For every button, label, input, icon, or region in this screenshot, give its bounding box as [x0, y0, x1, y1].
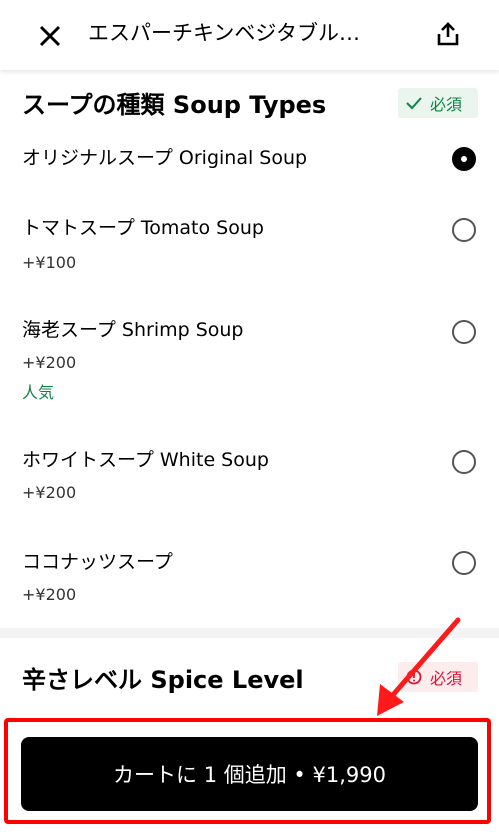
close-button[interactable]: [30, 16, 70, 56]
annotation-arrow: [377, 617, 461, 716]
top-bar: エスパーチキンベジタブル…: [0, 0, 499, 70]
option-price: +¥200: [22, 353, 77, 372]
soup-types-heading: スープの種類 Soup Types: [22, 91, 327, 119]
share-icon: [437, 22, 459, 46]
popular-tag: 人気: [22, 383, 55, 402]
share-button[interactable]: [430, 16, 466, 52]
option-original-soup[interactable]: オリジナルスープ Original Soup: [0, 144, 499, 204]
option-label: ホワイトスープ White Soup: [22, 449, 269, 471]
option-price: +¥200: [22, 585, 77, 604]
option-tomato-soup[interactable]: トマトスープ Tomato Soup +¥100: [0, 214, 499, 284]
option-label: オリジナルスープ Original Soup: [22, 147, 308, 169]
alert-icon: [406, 669, 422, 685]
radio-unselected[interactable]: [452, 450, 476, 474]
radio-unselected[interactable]: [452, 551, 476, 575]
spice-level-heading: 辛さレベル Spice Level: [22, 666, 304, 694]
required-badge-label: 必須: [430, 95, 463, 114]
option-coconut-soup[interactable]: ココナッツスープ +¥200: [0, 548, 499, 618]
option-label: 海老スープ Shrimp Soup: [22, 319, 244, 341]
required-badge: 必須: [398, 88, 478, 118]
store-title: エスパーチキンベジタブル…: [88, 21, 360, 45]
option-price: +¥200: [22, 483, 77, 502]
required-badge-label: 必須: [430, 669, 463, 688]
option-label: トマトスープ Tomato Soup: [22, 217, 264, 239]
add-to-cart-button[interactable]: カートに 1 個追加 • ¥1,990: [21, 737, 478, 811]
section-divider: [0, 628, 499, 638]
close-icon: [39, 25, 61, 47]
radio-unselected[interactable]: [452, 218, 476, 242]
required-badge-warning: 必須: [398, 662, 478, 692]
option-shrimp-soup[interactable]: 海老スープ Shrimp Soup +¥200 人気: [0, 316, 499, 416]
option-price: +¥100: [22, 253, 77, 272]
option-white-soup[interactable]: ホワイトスープ White Soup +¥200: [0, 446, 499, 516]
option-label: ココナッツスープ: [22, 551, 173, 573]
radio-selected[interactable]: [452, 147, 476, 171]
check-icon: [406, 97, 422, 110]
radio-unselected[interactable]: [452, 320, 476, 344]
